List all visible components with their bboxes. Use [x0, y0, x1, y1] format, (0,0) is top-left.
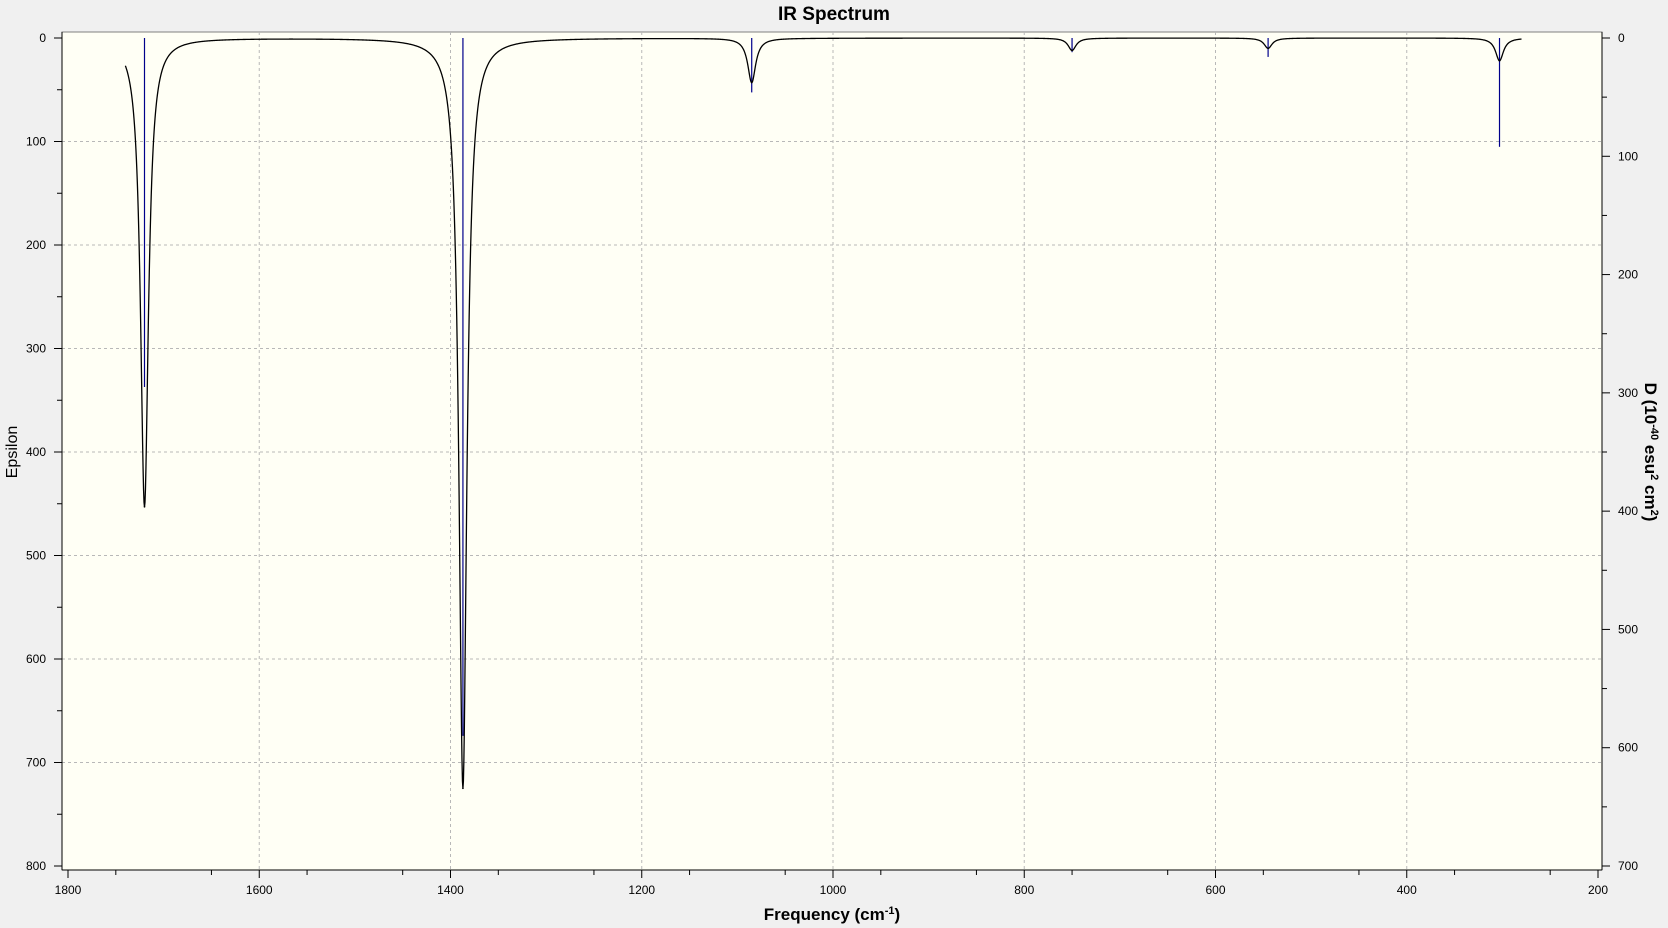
- y2-label-part-e: cm: [1641, 480, 1660, 509]
- x-tick-label: 1800: [55, 883, 82, 897]
- y-tick-label: 800: [26, 859, 46, 873]
- y-tick-label: 0: [39, 31, 46, 45]
- chart-title: IR Spectrum: [778, 4, 890, 25]
- x-axis-label-end: ): [895, 905, 901, 924]
- y2-tick-label: 300: [1618, 386, 1638, 400]
- x-tick-label: 200: [1588, 883, 1608, 897]
- x-tick-label: 1600: [246, 883, 273, 897]
- y-axis-label: Epsilon: [4, 426, 21, 478]
- y2-axis-label: D (10-40 esu2 cm2): [1641, 383, 1660, 522]
- y-tick-label: 600: [26, 652, 46, 666]
- peak-point: [143, 506, 146, 508]
- y-tick-label: 700: [26, 756, 46, 770]
- y-tick-label: 100: [26, 135, 46, 149]
- y2-tick-label: 500: [1618, 622, 1638, 636]
- x-axis-label-main: Frequency (cm: [764, 905, 885, 924]
- x-axis-label-sup: -1: [885, 905, 895, 917]
- peak-point: [1071, 49, 1073, 52]
- y-tick-label: 500: [26, 549, 46, 563]
- y-tick-label: 400: [26, 445, 46, 459]
- x-tick-label: 800: [1014, 883, 1034, 897]
- peak-point: [462, 787, 464, 790]
- x-tick-label: 1000: [820, 883, 847, 897]
- y2-tick-label: 0: [1618, 31, 1625, 45]
- x-axis-label: Frequency (cm-1): [764, 905, 900, 924]
- y2-label-part-b: -40: [1648, 424, 1660, 440]
- peak-point: [750, 81, 753, 84]
- y2-tick-label: 400: [1618, 504, 1638, 518]
- y2-label-part-g: ): [1641, 516, 1660, 522]
- y2-label-part-a: D (10: [1641, 383, 1660, 425]
- x-tick-label: 600: [1205, 883, 1225, 897]
- x-tick-label: 1400: [437, 883, 464, 897]
- plot-area: [61, 31, 1603, 871]
- x-tick-label: 400: [1397, 883, 1417, 897]
- y2-tick-label: 100: [1618, 149, 1638, 163]
- ir-spectrum-chart: IR Spectrum 1800 1600 1400 1200 1000 800 600 40…: [0, 0, 1668, 928]
- y2-tick-label: 700: [1618, 859, 1638, 873]
- y2-tick-label: 200: [1618, 268, 1638, 282]
- y2-label-part-c: esu: [1641, 440, 1660, 474]
- y-tick-label: 300: [26, 342, 46, 356]
- x-tick-label: 1200: [628, 883, 655, 897]
- y-tick-label: 200: [26, 238, 46, 252]
- y2-tick-label: 600: [1618, 741, 1638, 755]
- peak-point: [1498, 59, 1501, 62]
- peak-point: [1267, 47, 1269, 50]
